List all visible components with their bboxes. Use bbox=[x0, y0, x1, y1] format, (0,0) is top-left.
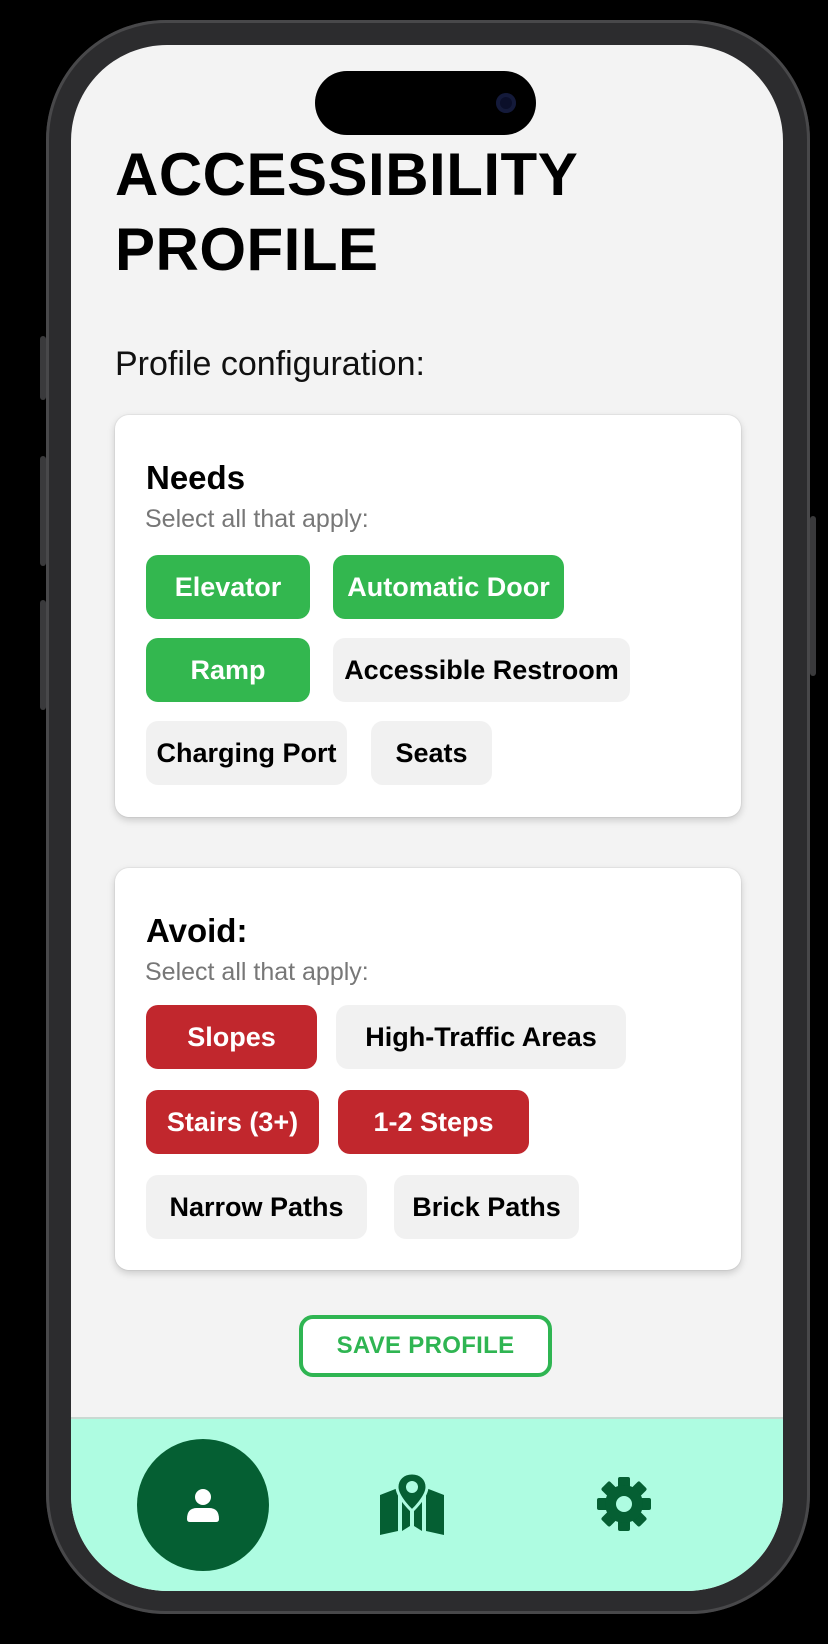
need-chip-ramp[interactable]: Ramp bbox=[146, 638, 310, 702]
bottom-nav bbox=[71, 1417, 783, 1591]
need-chip-elevator[interactable]: Elevator bbox=[146, 555, 310, 619]
screen: ACCESSIBILITY PROFILE Profile configurat… bbox=[71, 45, 783, 1591]
avoid-chip-slopes[interactable]: Slopes bbox=[146, 1005, 317, 1069]
volume-down-button bbox=[40, 600, 46, 710]
avoid-subtitle: Select all that apply: bbox=[145, 958, 369, 986]
save-profile-button[interactable]: SAVE PROFILE bbox=[299, 1315, 552, 1377]
nav-map-button[interactable] bbox=[367, 1459, 457, 1549]
need-chip-automatic-door[interactable]: Automatic Door bbox=[333, 555, 564, 619]
action-button bbox=[40, 336, 46, 400]
avoid-chip-high-traffic-areas[interactable]: High-Traffic Areas bbox=[336, 1005, 626, 1069]
avoid-chip-1-2-steps[interactable]: 1-2 Steps bbox=[338, 1090, 529, 1154]
front-camera bbox=[496, 93, 516, 113]
need-chip-charging-port[interactable]: Charging Port bbox=[146, 721, 347, 785]
map-icon bbox=[380, 1473, 444, 1535]
power-button bbox=[810, 516, 816, 676]
needs-subtitle: Select all that apply: bbox=[145, 505, 369, 533]
section-label: Profile configuration: bbox=[115, 345, 425, 383]
gear-icon bbox=[597, 1477, 651, 1531]
person-icon bbox=[187, 1489, 219, 1522]
page-title: ACCESSIBILITY PROFILE bbox=[115, 141, 578, 283]
avoid-title: Avoid: bbox=[146, 912, 248, 949]
dynamic-island bbox=[315, 71, 536, 135]
needs-title: Needs bbox=[146, 459, 246, 496]
avoid-chip-stairs[interactable]: Stairs (3+) bbox=[146, 1090, 319, 1154]
need-chip-accessible-restroom[interactable]: Accessible Restroom bbox=[333, 638, 630, 702]
avoid-card: Avoid: Select all that apply: Slopes Hig… bbox=[115, 868, 741, 1270]
avoid-chip-narrow-paths[interactable]: Narrow Paths bbox=[146, 1175, 367, 1239]
need-chip-seats[interactable]: Seats bbox=[371, 721, 492, 785]
nav-settings-button[interactable] bbox=[579, 1459, 669, 1549]
avoid-chip-brick-paths[interactable]: Brick Paths bbox=[394, 1175, 579, 1239]
needs-card: Needs Select all that apply: Elevator Au… bbox=[115, 415, 741, 817]
nav-profile-button[interactable] bbox=[137, 1439, 269, 1571]
volume-up-button bbox=[40, 456, 46, 566]
